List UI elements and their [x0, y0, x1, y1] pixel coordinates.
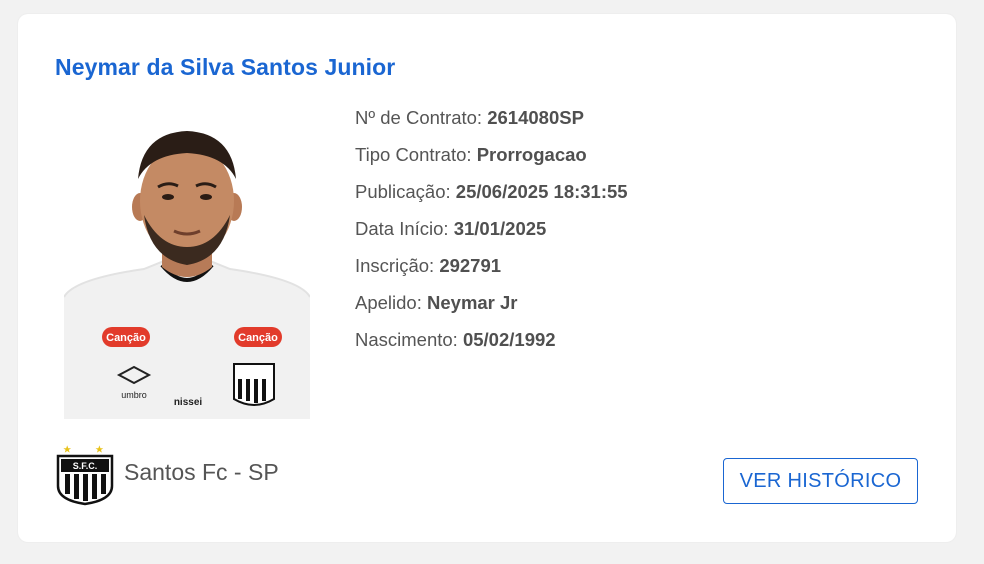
detail-nickname: Apelido: Neymar Jr — [355, 292, 518, 313]
svg-text:umbro: umbro — [121, 390, 147, 400]
svg-text:nissei: nissei — [174, 397, 203, 408]
svg-text:Canção: Canção — [106, 332, 146, 344]
contract-card: Neymar da Silva Santos Junior Canção Can… — [18, 14, 956, 542]
contract-details: Nº de Contrato: 2614080SP Tipo Contrato:… — [355, 106, 628, 365]
detail-birth-date: Nascimento: 05/02/1992 — [355, 329, 556, 350]
santos-crest-icon: S.F.C. — [56, 444, 114, 506]
detail-contract-number: Nº de Contrato: 2614080SP — [355, 107, 584, 128]
detail-start-date: Data Início: 31/01/2025 — [355, 218, 547, 239]
detail-contract-type: Tipo Contrato: Prorrogacao — [355, 144, 587, 165]
player-name: Neymar da Silva Santos Junior — [55, 54, 396, 80]
view-history-button[interactable]: VER HISTÓRICO — [723, 458, 918, 504]
player-photo: Canção Canção umbro nissei — [64, 119, 310, 419]
detail-registration: Inscrição: 292791 — [355, 255, 502, 276]
svg-text:Canção: Canção — [238, 332, 278, 344]
club-name: Santos Fc - SP — [124, 459, 279, 485]
svg-text:S.F.C.: S.F.C. — [73, 461, 98, 471]
detail-publication: Publicação: 25/06/2025 18:31:55 — [355, 181, 628, 202]
